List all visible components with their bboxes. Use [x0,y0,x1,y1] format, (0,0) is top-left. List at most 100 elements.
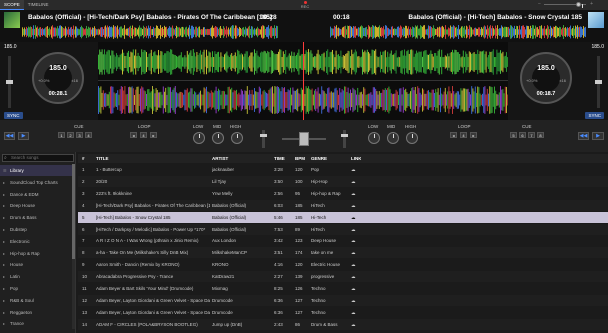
search-input[interactable]: ⌕ Search songs [2,154,74,162]
right-loop-prev[interactable]: ◂ [450,132,457,138]
left-loop-size[interactable]: 4 [140,132,147,138]
left-cue-4[interactable]: 4 [85,132,92,138]
col-num[interactable]: # [82,154,94,163]
left-cue-2[interactable]: 2 [67,132,74,138]
cloud-link-icon[interactable]: ☁ [351,307,361,318]
sidebar-item-latin[interactable]: ▸ Latin [0,271,72,282]
left-loop-next[interactable]: ▸ [150,132,157,138]
crossfader-handle[interactable] [299,132,309,146]
table-row[interactable]: 3 223's ft. 9lokknine Ynw Melly 2:56 95 Hip-h… [78,188,608,199]
cloud-link-icon[interactable]: ☁ [351,176,361,187]
left-overview-waveform[interactable] [22,24,278,40]
table-row[interactable]: 8 a-ha - Take On Me (Milkshake's Silly Dn… [78,247,608,259]
left-cue-1[interactable]: 1 [58,132,65,138]
table-row[interactable]: 2 20/20 Lil Tjay 3:50 100 Hip-Hop ☁ [78,175,608,187]
cell-bpm: 120 [295,262,303,268]
right-eq-low-knob[interactable] [368,132,380,144]
cloud-link-icon[interactable]: ☁ [351,164,361,175]
right-cue-6[interactable]: 6 [519,132,526,138]
sidebar-item-pop[interactable]: ▸ Pop [0,283,72,294]
cloud-link-icon[interactable]: ☁ [351,271,361,282]
table-row[interactable]: 6 [HiTech / Darkpsy / Melodic] Babalos - … [78,223,608,235]
sidebar-item-house[interactable]: ▸ House [0,259,72,270]
table-row[interactable]: 7 A R I Z O N A - I Was Wrong (pthrain x … [78,235,608,246]
table-row[interactable]: 4 [Hi-Tech/Dark Psy] Babalos - Pirates Of… [78,199,608,211]
col-artist[interactable]: ARTIST [212,154,270,163]
tab-timeline[interactable]: TIMELINE [24,0,53,10]
cloud-link-icon[interactable]: ☁ [351,283,361,294]
sidebar-item-drum-bass[interactable]: ▸ Drum & Bass [0,212,72,223]
sidebar-item-library[interactable]: ☰ Library [0,165,72,176]
left-loop-prev[interactable]: ◂ [130,132,137,138]
right-cue-7[interactable]: 7 [528,132,535,138]
table-row[interactable]: 12 Adam Beyer, Layton Giordani & Green Ve… [78,294,608,306]
cloud-link-icon[interactable]: ☁ [351,235,361,246]
left-sync-button[interactable]: SYNC [4,112,23,119]
sidebar-item-reggaeton[interactable]: ▸ Reggaeton [0,307,72,318]
right-overview-waveform[interactable] [330,24,586,40]
right-side-bpm: 185.0 [591,44,604,50]
col-bpm[interactable]: BPM [295,154,311,163]
master-volume-slider[interactable]: − + [538,1,593,8]
col-genre[interactable]: GENRE [311,154,349,163]
cloud-link-icon[interactable]: ☁ [351,319,361,330]
record-button[interactable]: REC [298,1,312,9]
tab-scope[interactable]: SCOPE [0,0,24,10]
left-channel-fader[interactable] [260,134,267,137]
master-volume-knob[interactable] [576,2,583,8]
table-row[interactable]: 5 [Hi-Tech] Babalos - Snow Crystal 185 Bab… [78,211,608,223]
left-platter[interactable]: 185.0 +0.0% ±16 00:28.1 [32,52,84,104]
sidebar-item-trance[interactable]: ▸ Trance [0,318,72,329]
left-eq-low-knob[interactable] [193,132,205,144]
sidebar-item-hip-hop-rap[interactable]: ▸ Hip-hop & Rap [0,248,72,259]
table-row[interactable]: 13 Adam Beyer, Layton Giordani & Green Ve… [78,307,608,318]
cloud-link-icon[interactable]: ☁ [351,212,361,223]
right-channel-fader[interactable] [341,134,348,137]
cell-num: 10 [82,274,88,280]
right-loop-next[interactable]: ▸ [470,132,477,138]
table-row[interactable]: 14 ADAM F - CIRCLES (POLA&BRYSON BOOTLEG)… [78,318,608,330]
cell-time: 7:53 [274,226,283,232]
right-platter[interactable]: 185.0 +0.0% ±16 00:18.7 [520,52,572,104]
main-waveforms[interactable] [98,42,508,120]
table-row[interactable]: 11 Adam Beyer & Bart Skils 'Your Mind' (D… [78,283,608,294]
table-row[interactable]: 1 1 - Buttercup jacknauber 3:28 120 Pop ☁ [78,164,608,175]
sidebar-scrollbar[interactable] [72,164,75,329]
left-eq-high-knob[interactable] [231,132,243,144]
table-row[interactable]: 9 Aaron Smith - Dancin (Remix by KRONO) KR… [78,259,608,270]
left-eq-mid-knob[interactable] [212,132,224,144]
cloud-link-icon[interactable]: ☁ [351,200,361,211]
col-time[interactable]: TIME [274,154,294,163]
album-art-left [4,12,20,28]
cloud-link-icon[interactable]: ☁ [351,224,361,235]
right-cue-8[interactable]: 8 [537,132,544,138]
crossfader[interactable] [260,130,348,150]
playlist-icon: ▸ [3,238,6,244]
left-cue-3[interactable]: 3 [76,132,83,138]
cloud-link-icon[interactable]: ☁ [351,247,361,258]
table-row[interactable]: 10 Abracadabra Progressive Psy - Trance Ka… [78,271,608,283]
right-track-time: 00:18 [333,14,350,21]
left-play-button[interactable]: ▶ [18,132,29,140]
right-pitch-knob[interactable] [595,80,602,84]
sidebar-item-r-b-soul[interactable]: ▸ R&B & Soul [0,295,72,306]
col-title[interactable]: TITLE [96,154,210,163]
sidebar-item-electronic[interactable]: ▸ Electronic [0,236,72,247]
cloud-link-icon[interactable]: ☁ [351,259,361,270]
sidebar-item-dubstep[interactable]: ▸ Dubstep [0,224,72,235]
sidebar-item-dance-edm[interactable]: ▸ Dance & EDM [0,189,72,200]
cloud-link-icon[interactable]: ☁ [351,295,361,306]
sidebar-item-soundcloud-top-charts[interactable]: ▸ SoundCloud Top Charts [0,177,72,188]
right-play-button[interactable]: ▶ [592,132,604,140]
col-link[interactable]: LINK [351,154,361,163]
right-sync-button[interactable]: SYNC [585,112,604,119]
right-cue-5[interactable]: 5 [510,132,517,138]
right-eq-mid-knob[interactable] [387,132,399,144]
left-prev-button[interactable]: ◀◀ [4,132,15,140]
cloud-link-icon[interactable]: ☁ [351,188,361,199]
sidebar-item-deep-house[interactable]: ▸ Deep House [0,200,72,211]
right-loop-size[interactable]: 4 [460,132,467,138]
right-eq-high-knob[interactable] [406,132,418,144]
left-pitch-knob[interactable] [6,80,13,84]
right-prev-button[interactable]: ◀◀ [578,132,589,140]
